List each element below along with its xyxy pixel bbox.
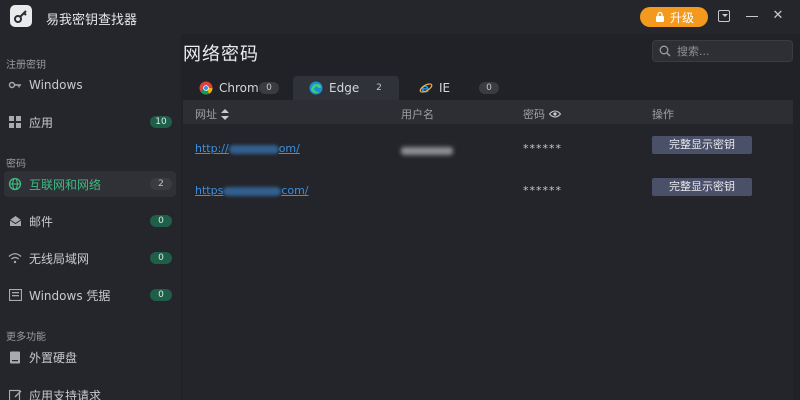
wifi-icon bbox=[8, 251, 22, 265]
sidebar-item-external-drive[interactable]: 外置硬盘 bbox=[4, 344, 176, 370]
column-label: 操作 bbox=[652, 108, 674, 121]
ie-icon: e bbox=[419, 82, 433, 95]
upgrade-button[interactable]: 升级 bbox=[640, 7, 708, 27]
table-row: https com/ ****** 完整显示密钥 bbox=[183, 172, 793, 212]
sidebar-item-label: 外置硬盘 bbox=[29, 350, 78, 365]
url-suffix: om/ bbox=[278, 142, 300, 155]
column-label: 网址 bbox=[195, 108, 217, 121]
url-prefix: https bbox=[195, 184, 224, 197]
search-input[interactable] bbox=[677, 44, 787, 58]
masked-password: ****** bbox=[523, 184, 562, 197]
app-logo-key-icon bbox=[10, 5, 32, 27]
chrome-icon bbox=[199, 81, 213, 95]
show-full-key-button[interactable]: 完整显示密钥 bbox=[652, 178, 752, 196]
column-header-action: 操作 bbox=[652, 106, 674, 122]
redacted-url bbox=[228, 144, 279, 154]
app-title: 易我密钥查找器 bbox=[46, 13, 138, 28]
sidebar-item-label: Windows bbox=[29, 78, 83, 92]
upgrade-label: 升级 bbox=[669, 10, 694, 25]
sidebar-item-label: 互联网和网络 bbox=[29, 177, 102, 192]
count-badge: 0 bbox=[150, 252, 172, 264]
page-title: 网络密码 bbox=[183, 44, 259, 65]
count-badge: 10 bbox=[150, 116, 172, 128]
external-drive-icon bbox=[8, 350, 22, 364]
section-label-passwords: 密码 bbox=[6, 159, 26, 170]
eye-icon[interactable] bbox=[549, 110, 561, 118]
column-label: 密码 bbox=[523, 108, 545, 121]
sidebar-item-label: 应用 bbox=[29, 115, 54, 130]
sidebar-item-internet-network[interactable]: 互联网和网络 2 bbox=[4, 171, 176, 197]
column-header-url[interactable]: 网址 bbox=[195, 106, 229, 122]
redacted-url bbox=[223, 186, 282, 196]
minimize-button[interactable] bbox=[744, 8, 760, 24]
tab-count: 2 bbox=[376, 83, 382, 93]
url-link[interactable]: https com/ bbox=[195, 184, 309, 197]
search-box[interactable] bbox=[652, 40, 793, 62]
sidebar-item-apps[interactable]: 应用 10 bbox=[4, 109, 176, 135]
column-header-username: 用户名 bbox=[401, 106, 434, 122]
search-icon bbox=[659, 45, 671, 57]
tab-count: 0 bbox=[479, 82, 499, 94]
masked-password: ****** bbox=[523, 142, 562, 155]
browser-tabs: Chrome 0 Edge 2 e IE 0 bbox=[183, 76, 793, 100]
url-prefix: http:// bbox=[195, 142, 229, 155]
count-badge: 2 bbox=[150, 178, 172, 190]
lock-icon bbox=[655, 11, 664, 22]
sidebar-item-windows-credentials[interactable]: Windows 凭据 0 bbox=[4, 282, 176, 308]
sidebar-item-label: 应用支持请求 bbox=[29, 388, 102, 400]
sidebar-item-support-request[interactable]: 应用支持请求 bbox=[4, 382, 176, 400]
section-label-license-keys: 注册密钥 bbox=[6, 60, 46, 71]
credential-icon bbox=[8, 288, 22, 302]
sidebar: 注册密钥 Windows 应用 10 密码 互联网和网络 2 邮件 0 无线局域… bbox=[0, 34, 181, 400]
show-full-key-button[interactable]: 完整显示密钥 bbox=[652, 136, 752, 154]
support-request-icon bbox=[8, 388, 22, 400]
section-label-more-features: 更多功能 bbox=[6, 332, 46, 343]
menu-dropdown-button[interactable] bbox=[718, 10, 730, 22]
sidebar-item-windows[interactable]: Windows bbox=[4, 72, 176, 98]
mail-icon bbox=[8, 214, 22, 228]
column-label: 用户名 bbox=[401, 108, 434, 121]
edge-icon bbox=[309, 81, 323, 95]
url-suffix: com/ bbox=[281, 184, 309, 197]
table-header: 网址 用户名 密码 操作 bbox=[183, 100, 793, 124]
sort-icon bbox=[221, 108, 229, 120]
password-table: 网址 用户名 密码 操作 http:// om/ ****** 完整显示密钥 ht… bbox=[183, 100, 793, 400]
tab-chrome[interactable]: Chrome 0 bbox=[183, 76, 289, 100]
url-link[interactable]: http:// om/ bbox=[195, 142, 300, 155]
sidebar-item-label: 无线局域网 bbox=[29, 251, 90, 266]
tab-ie[interactable]: e IE 0 bbox=[403, 76, 509, 100]
title-bar: 易我密钥查找器 升级 ✕ bbox=[0, 0, 800, 34]
column-header-password: 密码 bbox=[523, 106, 561, 122]
apps-grid-icon bbox=[8, 115, 22, 129]
sidebar-item-wlan[interactable]: 无线局域网 0 bbox=[4, 245, 176, 271]
tab-label: Edge bbox=[329, 81, 360, 95]
count-badge: 0 bbox=[150, 289, 172, 301]
tab-edge[interactable]: Edge 2 bbox=[293, 76, 399, 100]
table-row: http:// om/ ****** 完整显示密钥 bbox=[183, 130, 793, 170]
close-button[interactable]: ✕ bbox=[770, 8, 786, 24]
sidebar-item-mail[interactable]: 邮件 0 bbox=[4, 208, 176, 234]
tab-count: 0 bbox=[259, 82, 279, 94]
redacted-username bbox=[401, 147, 453, 155]
sidebar-item-label: 邮件 bbox=[29, 214, 54, 229]
count-badge: 0 bbox=[150, 215, 172, 227]
key-icon bbox=[8, 78, 22, 92]
sidebar-item-label: Windows 凭据 bbox=[29, 288, 111, 303]
globe-icon bbox=[8, 177, 22, 191]
tab-label: IE bbox=[439, 81, 451, 95]
